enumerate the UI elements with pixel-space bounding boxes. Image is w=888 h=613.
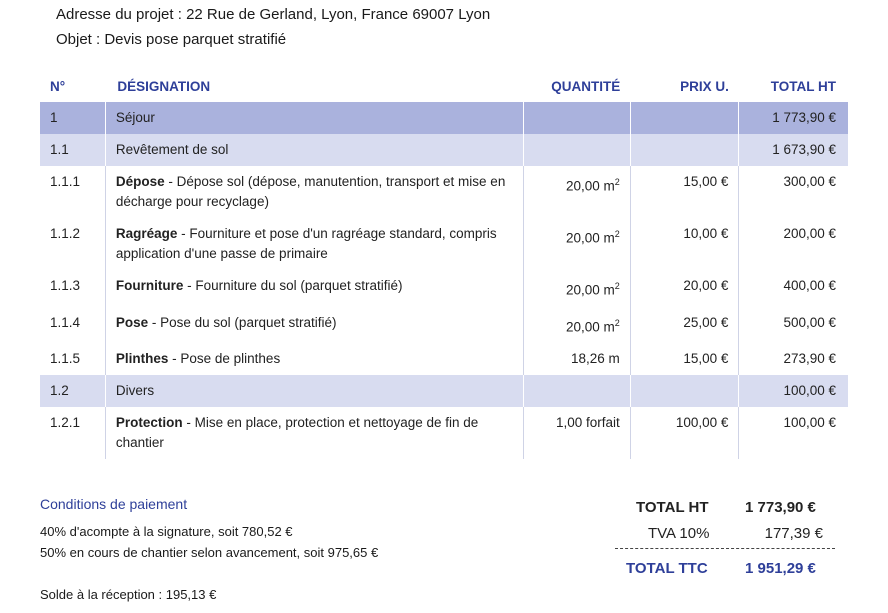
row-quantity: 20,00 m2 xyxy=(523,306,631,343)
row-quantity: 20,00 m2 xyxy=(523,270,631,307)
row-designation: Pose - Pose du sol (parquet stratifié) xyxy=(104,306,524,343)
col-header-designation: DÉSIGNATION xyxy=(117,78,211,94)
row-number: 1.1.5 xyxy=(50,351,81,366)
col-header-total: TOTAL HT xyxy=(770,78,836,94)
table-row: 1.2 Divers 100,00 € xyxy=(40,375,848,407)
table-row: 1.1.2 Ragréage - Fourniture et pose d'un … xyxy=(40,218,848,270)
item-description: Divers xyxy=(115,383,155,398)
row-total: 1 673,90 € xyxy=(738,134,848,166)
col-header-unit-price: PRIX U. xyxy=(680,78,729,94)
table-row: 1.1.5 Plinthes - Pose de plinthes 18,26 m 1… xyxy=(40,343,848,375)
quantity-value: 18,26 m xyxy=(571,351,620,366)
row-designation: Protection - Mise en place, protection e… xyxy=(104,407,524,459)
table-row: 1.1 Revêtement de sol 1 673,90 € xyxy=(40,134,848,166)
totals-divider xyxy=(615,548,835,549)
item-title: Ragréage xyxy=(115,226,178,241)
quantity-value: 1,00 forfait xyxy=(556,415,620,430)
row-unit-price xyxy=(629,134,739,166)
item-title: Dépose xyxy=(115,174,165,189)
row-quantity xyxy=(523,102,631,134)
table-row: 1 Séjour 1 773,90 € xyxy=(40,102,848,134)
table-row: 1.2.1 Protection - Mise en place, protect… xyxy=(40,407,848,459)
row-unit-price: 15,00 € xyxy=(629,166,739,218)
row-unit-price xyxy=(629,375,739,407)
row-designation: Séjour xyxy=(104,102,524,134)
row-total: 500,00 € xyxy=(738,306,848,343)
row-unit-price: 25,00 € xyxy=(629,306,739,343)
row-total: 100,00 € xyxy=(738,407,848,459)
row-designation: Plinthes - Pose de plinthes xyxy=(104,343,524,375)
quote-table: N° DÉSIGNATION QUANTITÉ PRIX U. TOTAL HT… xyxy=(40,70,848,459)
item-description: Revêtement de sol xyxy=(115,142,229,157)
payment-condition-progress: 50% en cours de chantier selon avancemen… xyxy=(40,545,379,560)
project-address: Adresse du projet : 22 Rue de Gerland, L… xyxy=(56,6,491,23)
row-total: 1 773,90 € xyxy=(738,102,848,134)
item-description: - Pose de plinthes xyxy=(168,351,281,366)
row-designation: Dépose - Dépose sol (dépose, manutention… xyxy=(104,166,524,218)
total-ttc-value: 1 951,29 € xyxy=(745,560,816,577)
item-description: Séjour xyxy=(115,110,155,125)
row-number: 1.1.2 xyxy=(50,226,81,241)
item-description: - Dépose sol (dépose, manutention, trans… xyxy=(115,174,506,209)
unit-exponent: 2 xyxy=(614,317,620,328)
row-number: 1.2.1 xyxy=(50,415,81,430)
row-unit-price: 100,00 € xyxy=(629,407,739,459)
quantity-value: 20,00 m xyxy=(566,178,615,194)
row-designation: Fourniture - Fourniture du sol (parquet … xyxy=(104,270,524,307)
unit-exponent: 2 xyxy=(614,177,620,187)
item-title: Pose xyxy=(115,314,149,330)
row-total: 273,90 € xyxy=(738,343,848,375)
tva-value: 177,39 € xyxy=(764,525,823,542)
row-unit-price xyxy=(629,102,739,134)
table-row: 1.1.1 Dépose - Dépose sol (dépose, manute… xyxy=(40,166,848,218)
row-number: 1.2 xyxy=(40,375,106,407)
row-total: 300,00 € xyxy=(738,166,848,218)
row-unit-price: 15,00 € xyxy=(629,343,739,375)
quantity-value: 20,00 m xyxy=(566,282,615,298)
row-quantity: 18,26 m xyxy=(523,343,631,375)
row-number: 1.1.1 xyxy=(50,174,81,189)
row-designation: Ragréage - Fourniture et pose d'un ragré… xyxy=(104,218,524,270)
row-number: 1.1.3 xyxy=(50,278,81,293)
payment-condition-deposit: 40% d'acompte à la signature, soit 780,5… xyxy=(40,524,293,539)
row-total: 400,00 € xyxy=(738,270,848,307)
table-row: 1.1.3 Fourniture - Fourniture du sol (par… xyxy=(40,270,848,307)
table-row: 1.1.4 Pose - Pose du sol (parquet stratif… xyxy=(40,306,848,343)
row-quantity xyxy=(523,134,631,166)
row-designation: Divers xyxy=(104,375,524,407)
quote-object: Objet : Devis pose parquet stratifié xyxy=(56,31,287,48)
item-title: Fourniture xyxy=(115,278,184,293)
total-ttc-label: TOTAL TTC xyxy=(626,560,708,577)
col-header-quantity: QUANTITÉ xyxy=(551,78,621,94)
row-quantity xyxy=(523,375,631,407)
item-description: - Fourniture du sol (parquet stratifié) xyxy=(183,278,403,293)
row-quantity: 20,00 m2 xyxy=(523,166,631,218)
col-header-num: N° xyxy=(50,78,66,94)
payment-conditions-title: Conditions de paiement xyxy=(40,496,188,512)
total-ht-label: TOTAL HT xyxy=(636,499,709,516)
row-designation: Revêtement de sol xyxy=(104,134,524,166)
item-title: Plinthes xyxy=(115,351,169,366)
row-quantity: 20,00 m2 xyxy=(523,218,631,270)
row-total: 100,00 € xyxy=(738,375,848,407)
row-unit-price: 10,00 € xyxy=(629,218,739,270)
row-number: 1 xyxy=(40,102,106,134)
unit-exponent: 2 xyxy=(614,281,620,291)
payment-condition-balance: Solde à la réception : 195,13 € xyxy=(40,587,217,602)
row-total: 200,00 € xyxy=(738,218,848,270)
row-number: 1.1 xyxy=(40,134,106,166)
row-unit-price: 20,00 € xyxy=(629,270,739,307)
row-number: 1.1.4 xyxy=(50,314,81,330)
unit-exponent: 2 xyxy=(614,229,620,239)
quantity-value: 20,00 m xyxy=(566,319,615,334)
row-quantity: 1,00 forfait xyxy=(523,407,631,459)
quantity-value: 20,00 m xyxy=(566,230,615,246)
item-description: - Pose du sol (parquet stratifié) xyxy=(148,314,337,330)
item-title: Protection xyxy=(115,415,183,430)
total-ht-value: 1 773,90 € xyxy=(745,499,816,516)
table-header-row: N° DÉSIGNATION QUANTITÉ PRIX U. TOTAL HT xyxy=(40,70,848,102)
tva-label: TVA 10% xyxy=(648,525,710,542)
